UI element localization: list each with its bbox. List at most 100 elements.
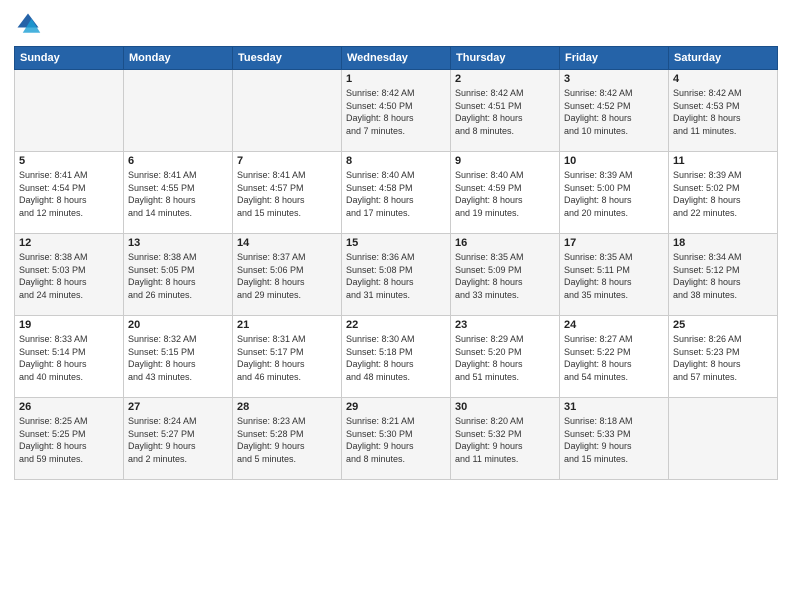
calendar-cell: 5 Sunrise: 8:41 AM Sunset: 4:54 PM Daylig…	[15, 152, 124, 234]
day-number: 13	[128, 237, 228, 249]
day-number: 2	[455, 73, 555, 85]
day-number: 29	[346, 401, 446, 413]
calendar-cell: 16 Sunrise: 8:35 AM Sunset: 5:09 PM Dayli…	[451, 234, 560, 316]
day-info: Sunrise: 8:40 AM Sunset: 4:59 PM Dayligh…	[455, 169, 555, 219]
header	[14, 10, 778, 38]
day-info: Sunrise: 8:42 AM Sunset: 4:53 PM Dayligh…	[673, 87, 773, 137]
day-number: 5	[19, 155, 119, 167]
day-info: Sunrise: 8:26 AM Sunset: 5:23 PM Dayligh…	[673, 333, 773, 383]
calendar-cell: 22 Sunrise: 8:30 AM Sunset: 5:18 PM Dayli…	[342, 316, 451, 398]
day-number: 23	[455, 319, 555, 331]
day-number: 3	[564, 73, 664, 85]
day-number: 9	[455, 155, 555, 167]
weekday-header-monday: Monday	[124, 47, 233, 70]
day-info: Sunrise: 8:40 AM Sunset: 4:58 PM Dayligh…	[346, 169, 446, 219]
day-number: 22	[346, 319, 446, 331]
day-info: Sunrise: 8:23 AM Sunset: 5:28 PM Dayligh…	[237, 415, 337, 465]
day-info: Sunrise: 8:42 AM Sunset: 4:50 PM Dayligh…	[346, 87, 446, 137]
day-number: 28	[237, 401, 337, 413]
calendar-cell: 25 Sunrise: 8:26 AM Sunset: 5:23 PM Dayli…	[669, 316, 778, 398]
calendar-cell: 24 Sunrise: 8:27 AM Sunset: 5:22 PM Dayli…	[560, 316, 669, 398]
week-row-5: 26 Sunrise: 8:25 AM Sunset: 5:25 PM Dayli…	[15, 398, 778, 480]
day-number: 10	[564, 155, 664, 167]
weekday-header-saturday: Saturday	[669, 47, 778, 70]
day-number: 16	[455, 237, 555, 249]
day-info: Sunrise: 8:32 AM Sunset: 5:15 PM Dayligh…	[128, 333, 228, 383]
day-info: Sunrise: 8:24 AM Sunset: 5:27 PM Dayligh…	[128, 415, 228, 465]
day-number: 24	[564, 319, 664, 331]
calendar-cell: 6 Sunrise: 8:41 AM Sunset: 4:55 PM Daylig…	[124, 152, 233, 234]
day-info: Sunrise: 8:30 AM Sunset: 5:18 PM Dayligh…	[346, 333, 446, 383]
calendar-cell	[669, 398, 778, 480]
day-info: Sunrise: 8:39 AM Sunset: 5:02 PM Dayligh…	[673, 169, 773, 219]
calendar-cell: 2 Sunrise: 8:42 AM Sunset: 4:51 PM Daylig…	[451, 70, 560, 152]
day-info: Sunrise: 8:41 AM Sunset: 4:57 PM Dayligh…	[237, 169, 337, 219]
day-number: 4	[673, 73, 773, 85]
calendar-cell	[124, 70, 233, 152]
day-number: 18	[673, 237, 773, 249]
day-number: 26	[19, 401, 119, 413]
calendar-cell: 8 Sunrise: 8:40 AM Sunset: 4:58 PM Daylig…	[342, 152, 451, 234]
day-number: 7	[237, 155, 337, 167]
calendar-cell	[233, 70, 342, 152]
day-number: 1	[346, 73, 446, 85]
calendar-cell: 10 Sunrise: 8:39 AM Sunset: 5:00 PM Dayli…	[560, 152, 669, 234]
calendar-cell: 4 Sunrise: 8:42 AM Sunset: 4:53 PM Daylig…	[669, 70, 778, 152]
day-info: Sunrise: 8:25 AM Sunset: 5:25 PM Dayligh…	[19, 415, 119, 465]
calendar-cell: 30Sunrise: 8:20 AM Sunset: 5:32 PM Dayli…	[451, 398, 560, 480]
day-info: Sunrise: 8:37 AM Sunset: 5:06 PM Dayligh…	[237, 251, 337, 301]
calendar-cell: 27Sunrise: 8:24 AM Sunset: 5:27 PM Dayli…	[124, 398, 233, 480]
calendar-cell: 11Sunrise: 8:39 AM Sunset: 5:02 PM Dayli…	[669, 152, 778, 234]
calendar-cell: 17Sunrise: 8:35 AM Sunset: 5:11 PM Dayli…	[560, 234, 669, 316]
day-info: Sunrise: 8:20 AM Sunset: 5:32 PM Dayligh…	[455, 415, 555, 465]
day-number: 15	[346, 237, 446, 249]
calendar-cell: 29Sunrise: 8:21 AM Sunset: 5:30 PM Dayli…	[342, 398, 451, 480]
calendar-cell: 13 Sunrise: 8:38 AM Sunset: 5:05 PM Dayli…	[124, 234, 233, 316]
day-info: Sunrise: 8:31 AM Sunset: 5:17 PM Dayligh…	[237, 333, 337, 383]
day-info: Sunrise: 8:42 AM Sunset: 4:52 PM Dayligh…	[564, 87, 664, 137]
week-row-4: 19Sunrise: 8:33 AM Sunset: 5:14 PM Dayli…	[15, 316, 778, 398]
day-info: Sunrise: 8:29 AM Sunset: 5:20 PM Dayligh…	[455, 333, 555, 383]
calendar-cell	[15, 70, 124, 152]
calendar-cell: 18 Sunrise: 8:34 AM Sunset: 5:12 PM Dayli…	[669, 234, 778, 316]
logo-icon	[14, 10, 42, 38]
day-number: 19	[19, 319, 119, 331]
day-number: 6	[128, 155, 228, 167]
page: SundayMondayTuesdayWednesdayThursdayFrid…	[0, 0, 792, 612]
calendar-cell: 7 Sunrise: 8:41 AM Sunset: 4:57 PM Daylig…	[233, 152, 342, 234]
day-info: Sunrise: 8:38 AM Sunset: 5:05 PM Dayligh…	[128, 251, 228, 301]
day-number: 8	[346, 155, 446, 167]
calendar-table: SundayMondayTuesdayWednesdayThursdayFrid…	[14, 46, 778, 480]
day-info: Sunrise: 8:42 AM Sunset: 4:51 PM Dayligh…	[455, 87, 555, 137]
day-info: Sunrise: 8:27 AM Sunset: 5:22 PM Dayligh…	[564, 333, 664, 383]
calendar-cell: 21 Sunrise: 8:31 AM Sunset: 5:17 PM Dayli…	[233, 316, 342, 398]
calendar-cell: 12Sunrise: 8:38 AM Sunset: 5:03 PM Dayli…	[15, 234, 124, 316]
day-number: 31	[564, 401, 664, 413]
calendar-cell: 19Sunrise: 8:33 AM Sunset: 5:14 PM Dayli…	[15, 316, 124, 398]
week-row-1: 1 Sunrise: 8:42 AM Sunset: 4:50 PM Daylig…	[15, 70, 778, 152]
day-number: 25	[673, 319, 773, 331]
day-info: Sunrise: 8:41 AM Sunset: 4:54 PM Dayligh…	[19, 169, 119, 219]
day-number: 17	[564, 237, 664, 249]
calendar-cell: 9 Sunrise: 8:40 AM Sunset: 4:59 PM Daylig…	[451, 152, 560, 234]
weekday-header-row: SundayMondayTuesdayWednesdayThursdayFrid…	[15, 47, 778, 70]
calendar-cell: 1 Sunrise: 8:42 AM Sunset: 4:50 PM Daylig…	[342, 70, 451, 152]
weekday-header-thursday: Thursday	[451, 47, 560, 70]
logo	[14, 10, 44, 38]
day-info: Sunrise: 8:41 AM Sunset: 4:55 PM Dayligh…	[128, 169, 228, 219]
calendar-cell: 20 Sunrise: 8:32 AM Sunset: 5:15 PM Dayli…	[124, 316, 233, 398]
calendar-cell: 26 Sunrise: 8:25 AM Sunset: 5:25 PM Dayli…	[15, 398, 124, 480]
day-info: Sunrise: 8:18 AM Sunset: 5:33 PM Dayligh…	[564, 415, 664, 465]
day-number: 14	[237, 237, 337, 249]
day-info: Sunrise: 8:35 AM Sunset: 5:09 PM Dayligh…	[455, 251, 555, 301]
weekday-header-wednesday: Wednesday	[342, 47, 451, 70]
calendar-cell: 23 Sunrise: 8:29 AM Sunset: 5:20 PM Dayli…	[451, 316, 560, 398]
week-row-2: 5 Sunrise: 8:41 AM Sunset: 4:54 PM Daylig…	[15, 152, 778, 234]
day-number: 20	[128, 319, 228, 331]
day-info: Sunrise: 8:34 AM Sunset: 5:12 PM Dayligh…	[673, 251, 773, 301]
calendar-cell: 3 Sunrise: 8:42 AM Sunset: 4:52 PM Daylig…	[560, 70, 669, 152]
day-info: Sunrise: 8:39 AM Sunset: 5:00 PM Dayligh…	[564, 169, 664, 219]
day-info: Sunrise: 8:38 AM Sunset: 5:03 PM Dayligh…	[19, 251, 119, 301]
day-number: 21	[237, 319, 337, 331]
week-row-3: 12Sunrise: 8:38 AM Sunset: 5:03 PM Dayli…	[15, 234, 778, 316]
